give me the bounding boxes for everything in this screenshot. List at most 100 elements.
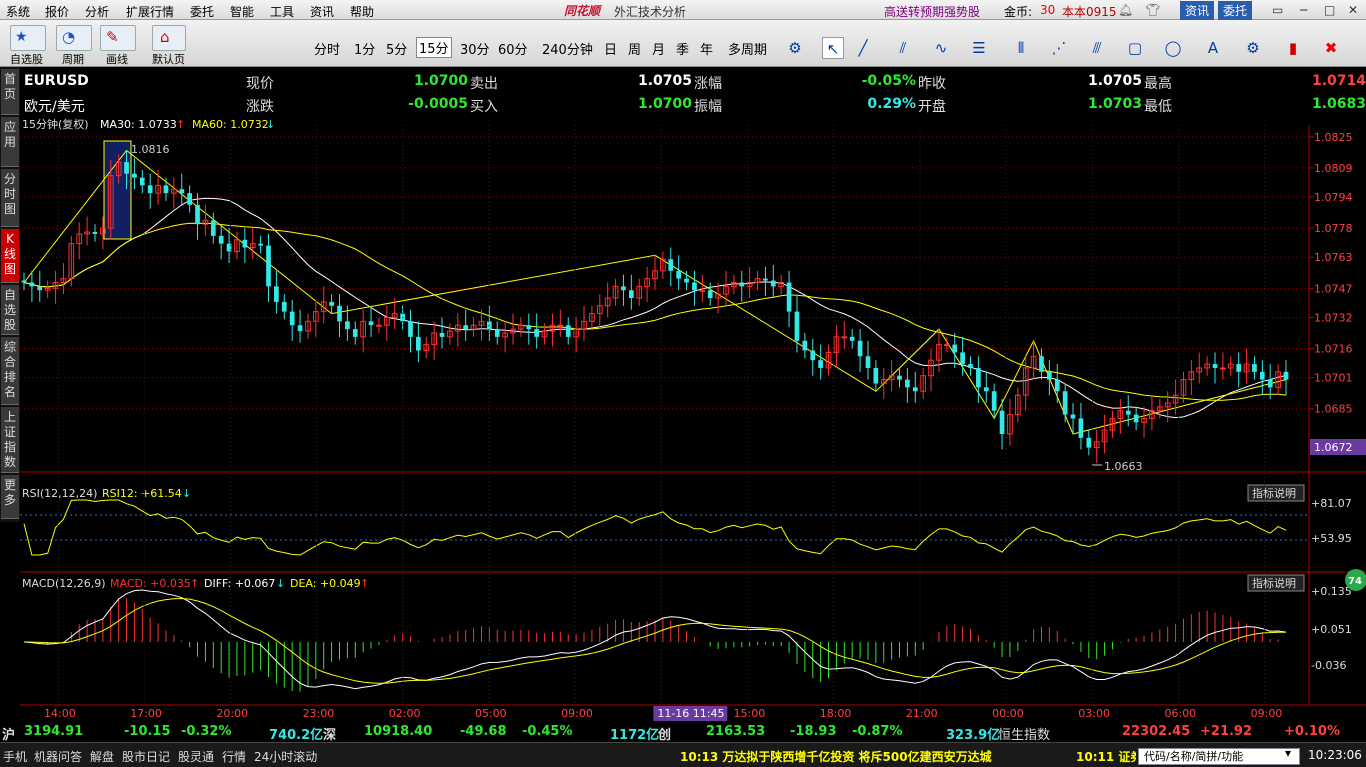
- period-multi[interactable]: 多周期: [728, 39, 767, 58]
- ma30-up-arrow: ↑: [176, 118, 185, 131]
- task-robot-qa[interactable]: 机器问答: [34, 748, 82, 765]
- username[interactable]: 本本0915: [1062, 3, 1117, 20]
- bars-icon[interactable]: ⦀: [1010, 37, 1032, 59]
- cy-change: -18.93: [790, 724, 837, 739]
- draw-settings-icon[interactable]: ⚙: [1242, 37, 1264, 59]
- rsi-down-arrow: ↓: [182, 487, 191, 500]
- trade-button[interactable]: 委托: [1218, 1, 1253, 20]
- sz-index[interactable]: 10918.40: [364, 724, 432, 739]
- price-tick-label: 1.0701: [1314, 372, 1353, 385]
- settings-gear-icon[interactable]: ⚙: [784, 37, 806, 59]
- value-price: 1.0700: [413, 73, 468, 89]
- candles[interactable]: [21, 150, 1289, 464]
- default-page-button[interactable]: ⌂: [152, 25, 186, 51]
- tab-more[interactable]: 更多: [1, 475, 19, 519]
- kline-chart[interactable]: 15分钟(复权) MA30: 1.0733 ↑ MA60: 1.0732 ↓ 1…: [20, 115, 1366, 722]
- period-240m[interactable]: 240分钟: [542, 39, 593, 58]
- bookmark-icon[interactable]: ▮: [1282, 37, 1304, 59]
- restore-icon[interactable]: ▭: [1272, 3, 1283, 17]
- gann-fan-icon[interactable]: ⋰: [1048, 37, 1070, 59]
- time-tick-label: 00:00: [992, 707, 1024, 720]
- price-axis: 1.0825 1.0809 1.0794 1.0778 1.0763 1.0747 1.07…: [1309, 131, 1353, 416]
- task-gulingtong[interactable]: 股灵通: [178, 748, 214, 765]
- parallel-line-icon[interactable]: ⫽: [892, 37, 914, 59]
- task-diary[interactable]: 股市日记: [122, 748, 170, 765]
- value-bid: 1.0700: [637, 96, 692, 112]
- menu-news[interactable]: 资讯: [310, 3, 334, 20]
- period-quarter[interactable]: 季: [676, 39, 689, 58]
- maximize-icon[interactable]: □: [1324, 3, 1335, 17]
- macd-tick-mid: +0.051: [1311, 623, 1352, 636]
- wave-line-icon[interactable]: ∿: [930, 37, 952, 59]
- tab-sh-index[interactable]: 上证指数: [1, 407, 19, 473]
- period-day[interactable]: 日: [604, 39, 617, 58]
- minimize-icon[interactable]: ─: [1300, 3, 1307, 17]
- cy-index[interactable]: 2163.53: [706, 724, 765, 739]
- menu-analysis[interactable]: 分析: [85, 3, 109, 20]
- candle-body-down: [534, 329, 540, 337]
- tab-kline[interactable]: K线图: [1, 229, 19, 283]
- search-dropdown-icon[interactable]: ▾: [1285, 746, 1291, 760]
- task-analysis[interactable]: 解盘: [90, 748, 114, 765]
- tab-timeshare[interactable]: 分时图: [1, 169, 19, 227]
- fibonacci-icon[interactable]: ☰: [968, 37, 990, 59]
- label-prev-close: 昨收: [918, 76, 946, 92]
- period-timeshare[interactable]: 分时: [314, 39, 340, 58]
- tab-apps[interactable]: 应用: [1, 117, 19, 167]
- tab-watchlist[interactable]: 自选股: [1, 285, 19, 335]
- period-week[interactable]: 周: [628, 39, 641, 58]
- news-ticker[interactable]: 10:13 万达拟于陕西增千亿投资 将斥500亿建西安万达城: [680, 748, 992, 765]
- candle-body-down: [905, 379, 910, 388]
- coins-label: 金币:: [1004, 5, 1033, 19]
- menu-tools[interactable]: 工具: [270, 3, 294, 20]
- menu-help[interactable]: 帮助: [350, 3, 374, 20]
- menu-trade[interactable]: 委托: [190, 3, 214, 20]
- value-low: 1.0683: [1311, 96, 1366, 112]
- delete-drawing-icon[interactable]: ✖: [1320, 37, 1342, 59]
- period-60m[interactable]: 60分: [498, 39, 528, 58]
- candle-body-down: [218, 235, 224, 244]
- label-change-pct: 涨幅: [694, 76, 722, 92]
- task-mobile[interactable]: 手机: [3, 748, 27, 765]
- label-high: 最高: [1144, 76, 1172, 92]
- search-input[interactable]: 代码/名称/简拼/功能: [1138, 748, 1300, 765]
- watchlist-button[interactable]: ★: [10, 25, 46, 51]
- menu-smart[interactable]: 智能: [230, 3, 254, 20]
- line-tool-icon[interactable]: ╱: [852, 37, 874, 59]
- task-market[interactable]: 行情: [222, 748, 246, 765]
- rectangle-tool-icon[interactable]: ▢: [1124, 37, 1146, 59]
- promo-link[interactable]: 高送转预期强势股: [884, 3, 980, 20]
- symbol-name: 欧元/美元: [24, 99, 85, 115]
- label-bid: 买入: [470, 99, 498, 115]
- draw-button[interactable]: ✎: [100, 25, 136, 51]
- candle-body-down: [132, 173, 137, 178]
- hs-index[interactable]: 22302.45: [1122, 724, 1190, 739]
- task-24h-news[interactable]: 24小时滚动: [254, 748, 317, 765]
- news-button[interactable]: 资讯: [1180, 1, 1215, 20]
- chart-area[interactable]: 15分钟(复权) MA30: 1.0733 ↑ MA60: 1.0732 ↓ 1…: [20, 115, 1366, 735]
- period-15m[interactable]: 15分: [416, 37, 452, 58]
- period-1m[interactable]: 1分: [354, 39, 375, 58]
- tab-ranking[interactable]: 综合排名: [1, 337, 19, 405]
- ellipse-tool-icon[interactable]: ◯: [1162, 37, 1184, 59]
- menu-system[interactable]: 系统: [6, 3, 30, 20]
- shirt-icon[interactable]: 👕︎: [1145, 3, 1160, 17]
- period-5m[interactable]: 5分: [386, 39, 407, 58]
- news-ticker-2[interactable]: 10:11 证券: [1076, 748, 1136, 765]
- period-month[interactable]: 月: [652, 39, 665, 58]
- tab-home[interactable]: 首页: [1, 69, 19, 115]
- period-30m[interactable]: 30分: [460, 39, 490, 58]
- text-tool-icon[interactable]: A: [1202, 37, 1224, 59]
- menu-quote[interactable]: 报价: [45, 3, 69, 20]
- sh-index[interactable]: 3194.91: [24, 724, 83, 739]
- bell-icon[interactable]: 🔔︎: [1118, 3, 1133, 17]
- close-icon[interactable]: ✕: [1348, 3, 1358, 17]
- menu-extended-quote[interactable]: 扩展行情: [126, 3, 174, 20]
- pointer-icon[interactable]: ↖: [822, 37, 844, 59]
- candle-body-down: [991, 391, 997, 411]
- channel-icon[interactable]: ⫻: [1086, 37, 1108, 59]
- sh-pct: -0.32%: [181, 724, 232, 739]
- candle-body-down: [297, 325, 303, 332]
- period-year[interactable]: 年: [700, 39, 713, 58]
- period-button[interactable]: ◔: [56, 25, 92, 51]
